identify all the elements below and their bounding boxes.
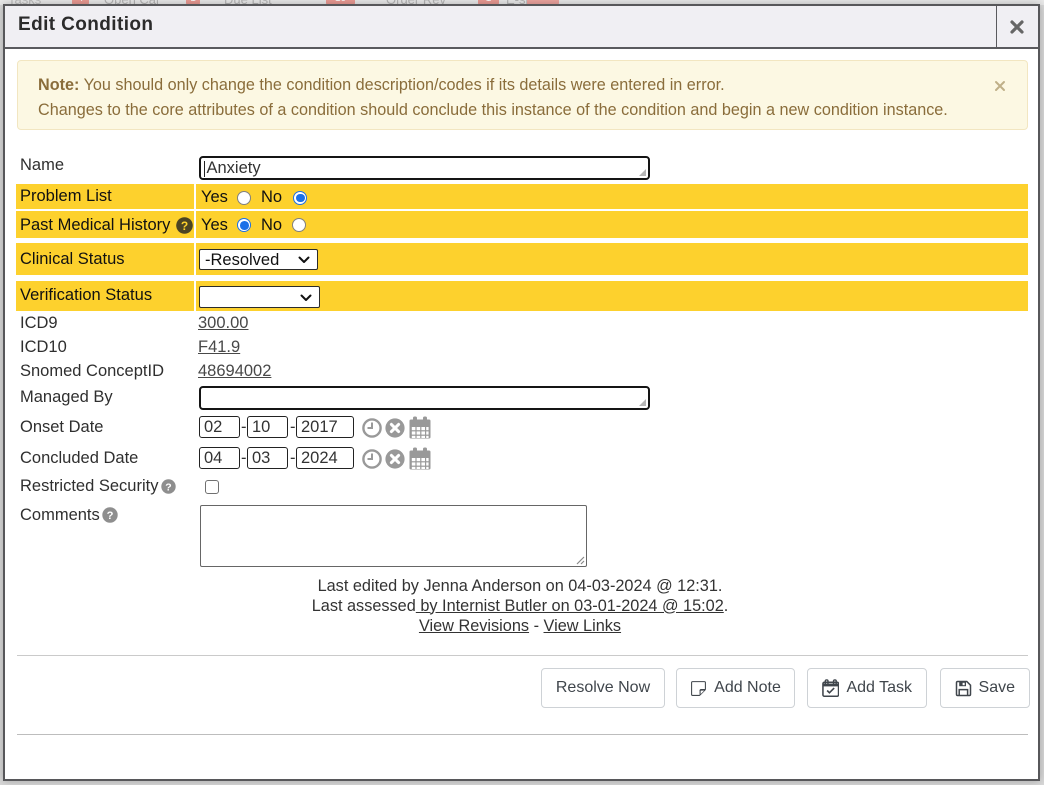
svg-text:?: ? <box>107 510 114 522</box>
svg-text:?: ? <box>165 481 171 493</box>
svg-text:?: ? <box>180 218 187 232</box>
